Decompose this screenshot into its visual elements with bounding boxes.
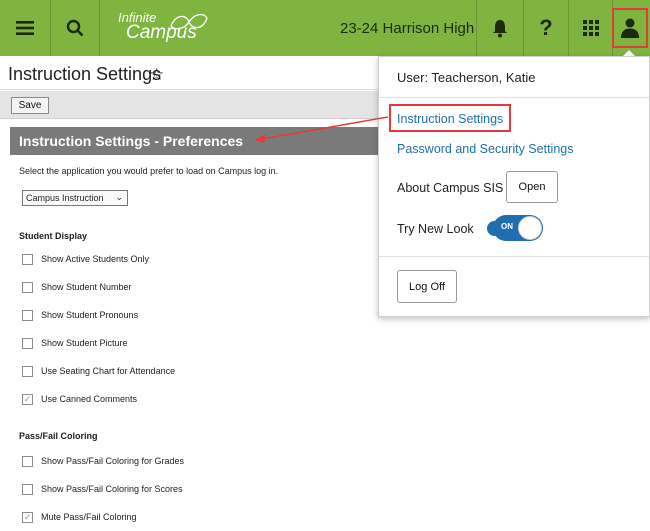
search-icon[interactable] <box>51 0 99 56</box>
checkbox[interactable] <box>22 253 33 265</box>
help-icon[interactable]: ? <box>524 0 568 56</box>
checkbox-row[interactable]: Show Student Pronouns <box>22 308 138 322</box>
save-button[interactable]: Save <box>11 97 49 114</box>
chevron-down-icon: ⌄ <box>115 192 123 202</box>
top-navigation-bar: Infinite Campus 23-24 Harrison High ? <box>0 0 650 56</box>
toggle-knob <box>518 216 542 240</box>
divider <box>379 97 649 98</box>
checkbox-checked[interactable]: ✓ <box>22 393 33 405</box>
checkbox-row[interactable]: Show Student Picture <box>22 336 128 350</box>
instruction-settings-link[interactable]: Instruction Settings <box>397 112 503 126</box>
select-value: Campus Instruction <box>26 193 104 203</box>
toggle-state: ON <box>501 222 513 231</box>
checkbox[interactable] <box>22 337 33 349</box>
checkbox-row[interactable]: ✓ Mute Pass/Fail Coloring <box>22 510 137 524</box>
checkbox-row[interactable]: ✓ Use Canned Comments <box>22 392 137 406</box>
checkbox-row[interactable]: Show Pass/Fail Coloring for Scores <box>22 482 183 496</box>
checkbox[interactable] <box>22 365 33 377</box>
log-off-button[interactable]: Log Off <box>397 270 457 303</box>
checkbox[interactable] <box>22 483 33 495</box>
checkbox-row[interactable]: Show Pass/Fail Coloring for Grades <box>22 454 184 468</box>
about-label: About Campus SIS <box>397 181 504 195</box>
checkbox-row[interactable]: Show Active Students Only <box>22 252 149 266</box>
checkbox-row[interactable]: Use Seating Chart for Attendance <box>22 364 175 378</box>
checkbox-checked[interactable]: ✓ <box>22 511 33 523</box>
checkbox[interactable] <box>22 309 33 321</box>
user-menu-panel: User: Teacherson, Katie Instruction Sett… <box>378 56 650 317</box>
checkbox-row[interactable]: Show Student Number <box>22 280 132 294</box>
current-user: User: Teacherson, Katie <box>397 70 536 85</box>
apps-grid-icon[interactable] <box>569 0 612 56</box>
checkbox[interactable] <box>22 281 33 293</box>
page-title: Instruction Settings <box>8 64 162 84</box>
bell-icon[interactable] <box>477 0 523 56</box>
user-icon <box>621 18 639 38</box>
app-preference-hint: Select the application you would prefer … <box>19 166 279 176</box>
divider <box>379 256 649 257</box>
student-display-title: Student Display <box>19 231 88 241</box>
school-selector[interactable]: 23-24 Harrison High <box>340 0 475 56</box>
password-security-link[interactable]: Password and Security Settings <box>397 142 573 156</box>
favorite-star-icon[interactable]: ☆ <box>149 65 164 85</box>
new-look-toggle[interactable]: ON <box>493 215 543 241</box>
infinite-campus-logo[interactable]: Infinite Campus <box>106 10 216 46</box>
menu-icon[interactable] <box>0 0 50 56</box>
checkbox[interactable] <box>22 455 33 467</box>
try-new-look-label: Try New Look <box>397 222 474 236</box>
user-menu-button[interactable] <box>612 8 648 48</box>
pass-fail-title: Pass/Fail Coloring <box>19 431 98 441</box>
open-about-button[interactable]: Open <box>506 171 558 203</box>
default-application-select[interactable]: Campus Instruction ⌄ <box>22 190 128 206</box>
